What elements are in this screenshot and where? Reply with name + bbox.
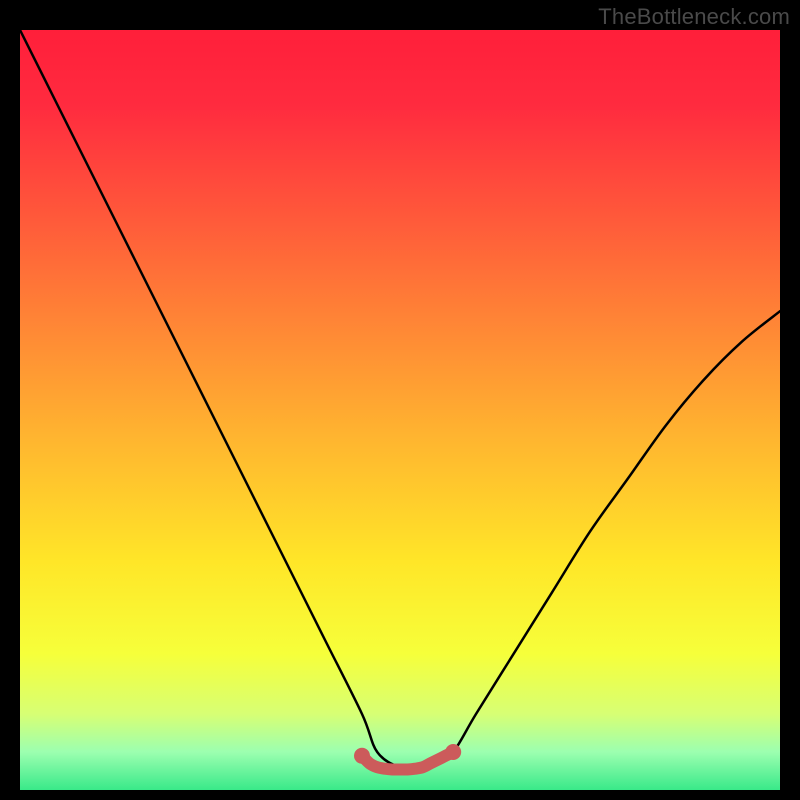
chart-container: TheBottleneck.com xyxy=(0,0,800,800)
optimal-range-endpoint xyxy=(445,744,461,760)
watermark-text: TheBottleneck.com xyxy=(598,4,790,30)
gradient-background xyxy=(20,30,780,790)
optimal-range-endpoint xyxy=(354,748,370,764)
bottleneck-plot xyxy=(20,30,780,790)
plot-svg xyxy=(20,30,780,790)
